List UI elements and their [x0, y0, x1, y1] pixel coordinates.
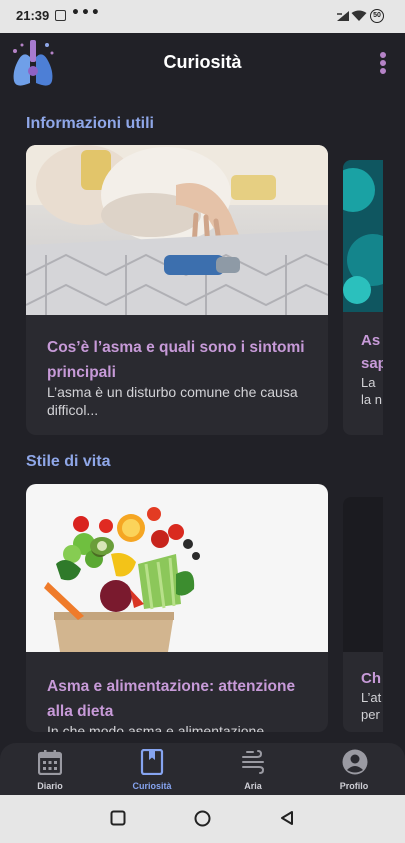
status-time: 21:39 [16, 8, 50, 23]
app-bar: Curiosità [0, 33, 405, 95]
card-title: Asma e alimentazione: attenzione alla di… [47, 678, 296, 720]
recent-apps-button[interactable] [110, 810, 126, 826]
book-icon [140, 749, 164, 775]
peek-title: Ch [361, 670, 381, 687]
article-card-peek[interactable]: As sap La la n [343, 160, 383, 435]
tab-label: Diario [37, 781, 63, 791]
peek-photo [343, 497, 383, 652]
system-navigation-bar [0, 795, 405, 843]
peek-description: la n [361, 392, 382, 407]
overflow-menu-icon[interactable] [378, 51, 388, 77]
inhaler-photo [26, 145, 328, 315]
calendar-icon [38, 750, 62, 775]
tab-label: Profilo [339, 781, 369, 791]
tab-aria[interactable]: Aria [203, 743, 303, 795]
peek-title: As [361, 332, 381, 349]
more-notifications-icon: ••• [71, 5, 101, 21]
wifi-icon [351, 10, 367, 21]
article-card-peek[interactable]: Ch L’at per [343, 497, 383, 732]
article-card-asthma-diet[interactable]: Asma e alimentazione: attenzione alla di… [26, 484, 328, 732]
bottom-navigation: Diario Curiosità Aria Profilo [0, 743, 405, 795]
virus-photo [343, 160, 383, 312]
tab-profilo[interactable]: Profilo [304, 743, 404, 795]
home-button[interactable] [194, 810, 211, 827]
signal-icon [337, 11, 349, 21]
person-icon [342, 749, 368, 775]
tab-diario[interactable]: Diario [0, 743, 100, 795]
back-button[interactable] [279, 810, 295, 826]
peek-description: L’at [361, 690, 382, 705]
card-title: Cos’è l’asma e quali sono i sintomi prin… [47, 339, 305, 381]
peek-description: La [361, 375, 376, 390]
peek-title: sap [361, 355, 383, 372]
peek-description: per [361, 707, 380, 722]
article-card-asthma-symptoms[interactable]: Cos’è l’asma e quali sono i sintomi prin… [26, 145, 328, 435]
tab-curiosita[interactable]: Curiosità [102, 743, 202, 795]
tab-label: Aria [244, 781, 262, 791]
vegetables-bag-photo [26, 484, 328, 652]
card-description: L’asma è un disturbo comune che causa di… [47, 384, 298, 418]
page-title: Curiosità [163, 52, 242, 72]
section-title-informazioni: Informazioni utili [26, 115, 154, 132]
status-bar: 21:39 ••• 50 [0, 0, 405, 33]
card-description: In che modo asma e alimentazione [47, 723, 265, 732]
app-notification-icon [55, 10, 66, 21]
battery-icon: 50 [370, 9, 384, 23]
wind-icon [242, 750, 265, 774]
tab-label: Curiosità [132, 781, 172, 791]
section-title-stile-di-vita: Stile di vita [26, 453, 111, 470]
